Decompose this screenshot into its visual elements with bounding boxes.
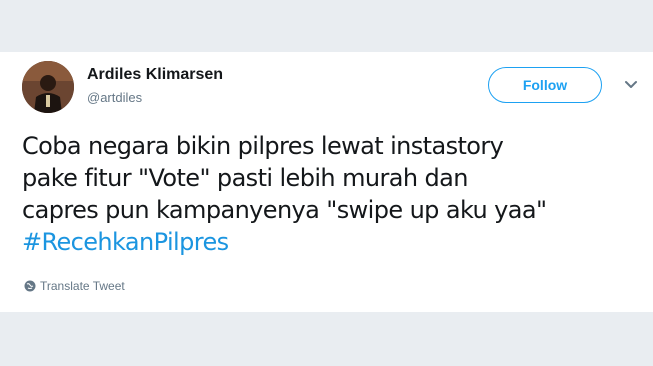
tweet-text-line: capres pun kampanyenya "swipe up aku yaa… — [22, 196, 547, 224]
author-handle[interactable]: @artdiles — [87, 90, 142, 105]
tweet-text-line: Coba negara bikin pilpres lewat instasto… — [22, 132, 504, 160]
tweet-text: Coba negara bikin pilpres lewat instasto… — [22, 130, 642, 258]
translate-tweet-link[interactable]: Translate Tweet — [24, 279, 125, 293]
follow-button[interactable]: Follow — [488, 67, 602, 103]
avatar[interactable] — [22, 61, 74, 113]
hashtag-link[interactable]: #RecehkanPilpres — [22, 226, 642, 258]
tweet-card: Ardiles Klimarsen @artdiles Follow Coba … — [0, 52, 653, 312]
globe-icon — [24, 280, 36, 292]
translate-tweet-label: Translate Tweet — [40, 279, 125, 293]
author-name[interactable]: Ardiles Klimarsen — [87, 66, 223, 84]
tweet-text-line: pake fitur "Vote" pasti lebih murah dan — [22, 164, 468, 192]
avatar-image — [22, 61, 74, 113]
chevron-down-icon[interactable] — [624, 80, 638, 90]
